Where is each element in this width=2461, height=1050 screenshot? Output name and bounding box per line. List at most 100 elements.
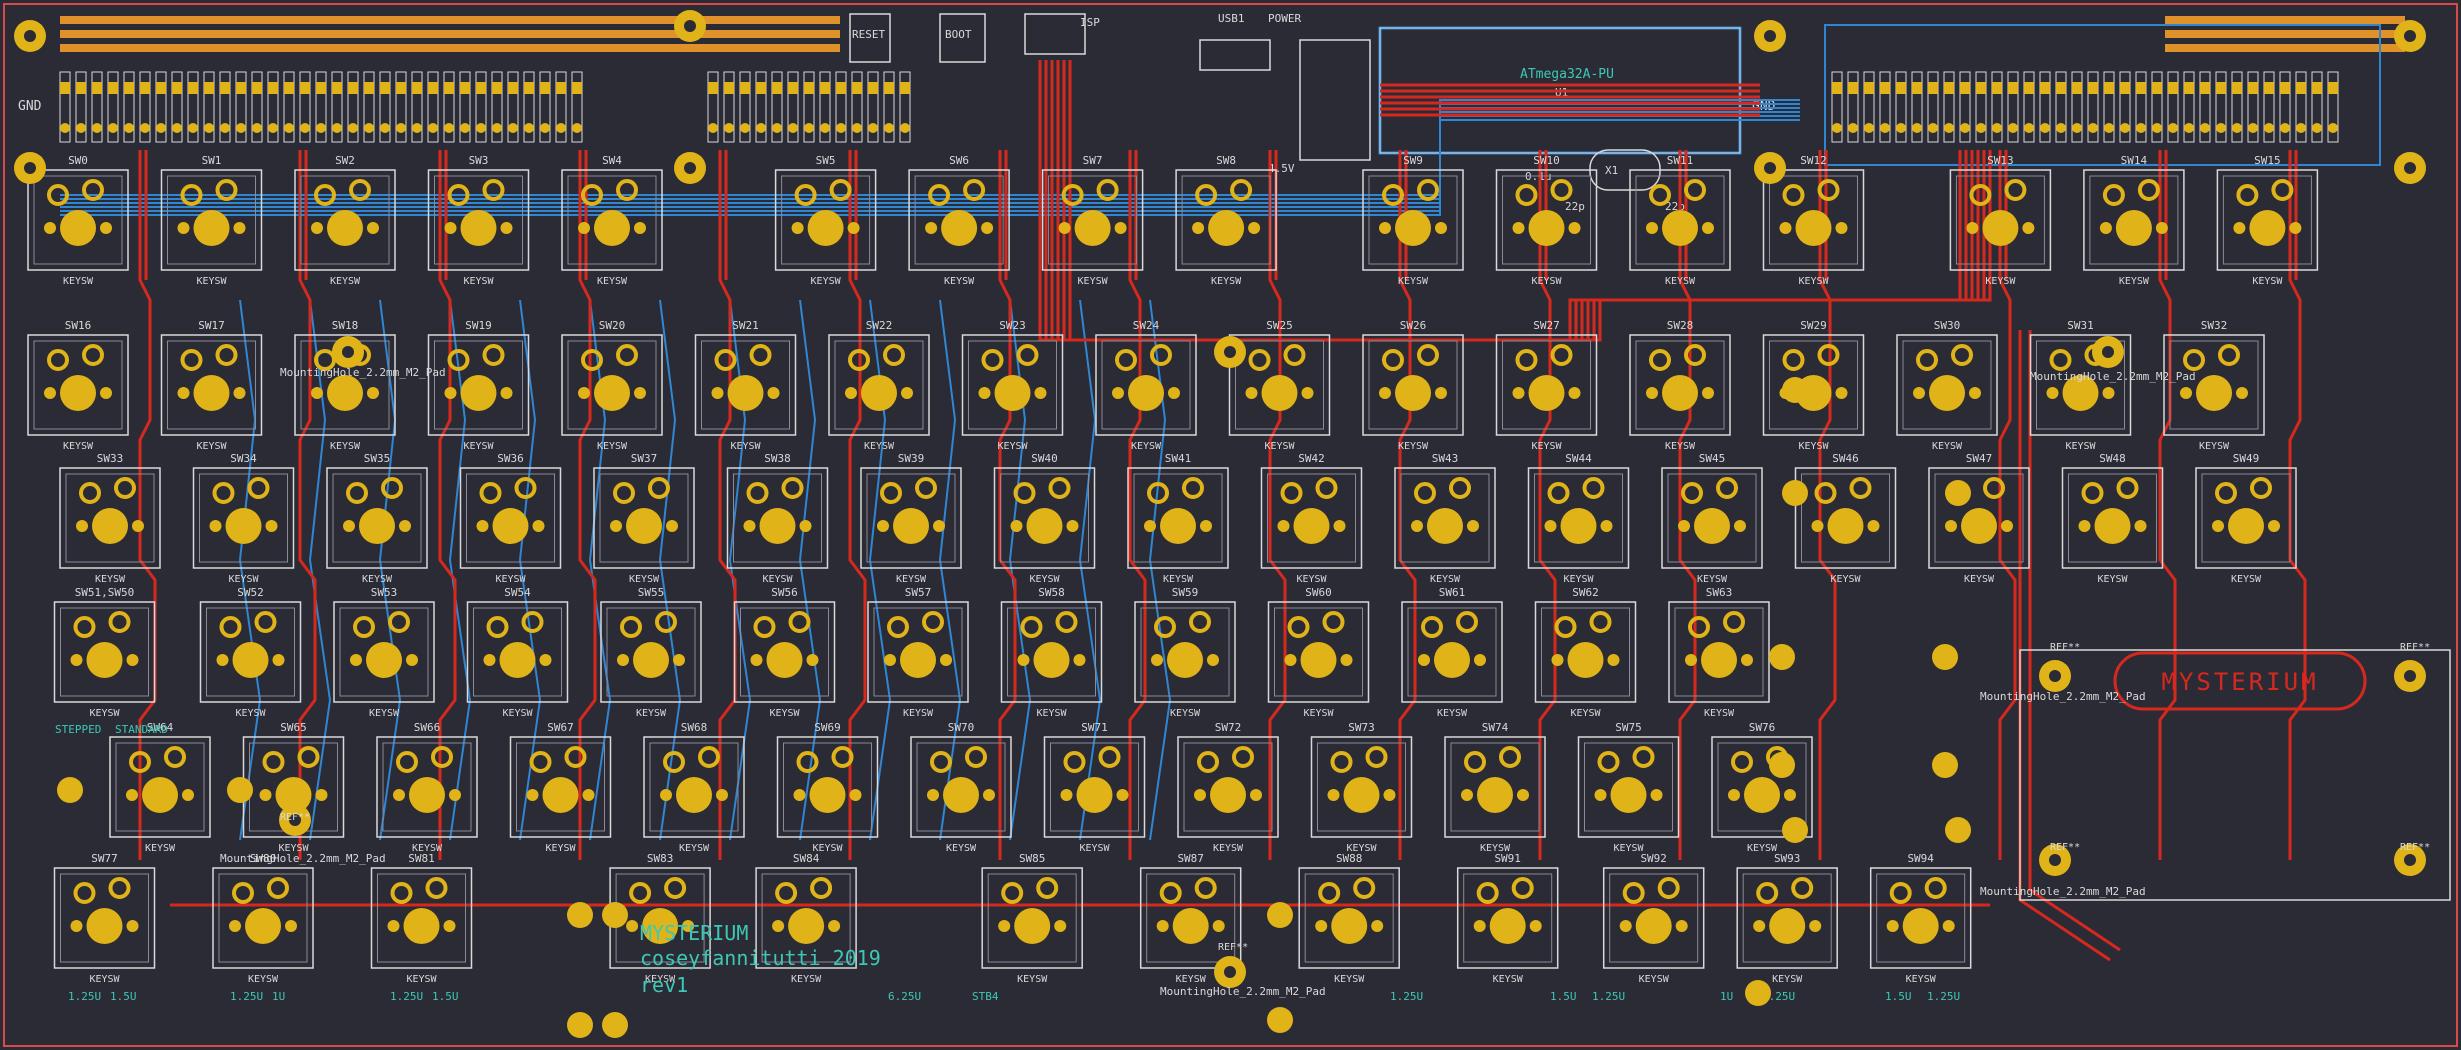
switch-ref-label: SW8 <box>1216 154 1236 167</box>
diode-pad <box>268 82 278 94</box>
diode-pad <box>2168 82 2178 94</box>
switch-ref-label: SW12 <box>1800 154 1827 167</box>
switch-center-pad <box>1128 375 1164 411</box>
switch-ref-label: SW33 <box>97 452 124 465</box>
switch-ref-label: SW70 <box>948 721 975 734</box>
switch-center-pad <box>1167 642 1203 678</box>
stabilizer-hole <box>1932 752 1958 778</box>
diode-pad <box>2328 82 2338 94</box>
switch-footprint-label: KEYSW <box>89 708 120 719</box>
switch-center-pad <box>1160 508 1196 544</box>
switch-footprint-label: KEYSW <box>63 276 94 287</box>
diode-pad <box>1896 123 1906 133</box>
switch-ref-label: SW17 <box>198 319 225 332</box>
ref-marker: REF** <box>1218 942 1248 953</box>
switch-ref-label: SW20 <box>599 319 626 332</box>
switch-ref-label: SW0 <box>68 154 88 167</box>
switch-footprint-label: KEYSW <box>362 574 393 585</box>
diode-pad <box>2008 82 2018 94</box>
switch-footprint-label: KEYSW <box>1079 843 1110 854</box>
switch-footprint-label: KEYSW <box>1531 276 1562 287</box>
stabilizer-option: 6.25U <box>888 990 921 1003</box>
cap-a-label: 22p <box>1565 200 1585 213</box>
diode-pad <box>1976 82 1986 94</box>
diode-pad <box>1912 82 1922 94</box>
switch-center-pad <box>1662 210 1698 246</box>
switch-center-pad <box>1074 210 1111 246</box>
switch-footprint-label: KEYSW <box>997 441 1028 452</box>
ref-marker: REF** <box>2050 642 2080 653</box>
switch-footprint-label: KEYSW <box>946 843 977 854</box>
diode-pad <box>92 82 102 94</box>
diode-pad <box>2264 82 2274 94</box>
diode-pad <box>2056 123 2066 133</box>
diode-pad <box>60 82 70 94</box>
switch-footprint-label: KEYSW <box>1906 974 1937 985</box>
stabilizer-hole <box>1945 480 1971 506</box>
switch-ref-label: SW85 <box>1019 852 1046 865</box>
diode-pad <box>172 82 182 94</box>
stab-label: 1.5U <box>432 990 459 1003</box>
diode-pad <box>756 82 766 94</box>
stabilizer-hole <box>567 1012 593 1038</box>
diode-pad <box>316 82 326 94</box>
switch-footprint-label: KEYSW <box>1211 276 1242 287</box>
switch-footprint-label: KEYSW <box>196 276 227 287</box>
switch-ref-label: SW37 <box>631 452 658 465</box>
switch-center-pad <box>225 508 262 544</box>
switch-center-pad <box>1427 508 1463 544</box>
switch-center-pad <box>2228 508 2264 544</box>
switch-center-pad <box>1014 908 1051 944</box>
diode-pad <box>1848 82 1858 94</box>
diode-pad <box>476 82 486 94</box>
switch-ref-label: SW84 <box>793 852 820 865</box>
switch-ref-label: SW81 <box>408 852 435 865</box>
switch-center-pad <box>542 777 579 813</box>
switch-center-pad <box>807 210 844 246</box>
switch-center-pad <box>1902 908 1939 944</box>
switch-footprint-label: KEYSW <box>1163 574 1194 585</box>
stabilizer-hole <box>602 902 628 928</box>
switch-center-pad <box>893 508 929 544</box>
diode-pad <box>1864 123 1874 133</box>
switch-center-pad <box>1300 642 1337 678</box>
diode-pad <box>2328 123 2338 133</box>
switch-center-pad <box>1929 375 1965 411</box>
gnd-label-left: GND <box>18 99 42 114</box>
diode-pad <box>2136 82 2146 94</box>
diode-pad <box>2024 123 2034 133</box>
switch-center-pad <box>1208 210 1245 246</box>
switch-ref-label: SW92 <box>1640 852 1667 865</box>
switch-center-pad <box>60 210 96 246</box>
diode-pad <box>1832 82 1842 94</box>
diode-pad <box>772 123 782 133</box>
switch-ref-label: SW10 <box>1533 154 1560 167</box>
switch-footprint-label: KEYSW <box>145 843 176 854</box>
isp-label: ISP <box>1080 16 1100 29</box>
switch-footprint-label: KEYSW <box>597 276 628 287</box>
stabilizer-hole <box>1782 817 1808 843</box>
switch-center-pad <box>86 642 123 678</box>
diode-pad <box>156 82 166 94</box>
switch-footprint-label: KEYSW <box>196 441 227 452</box>
switch-footprint-label: KEYSW <box>1570 708 1601 719</box>
switch-ref-label: SW1 <box>202 154 222 167</box>
diode-pad <box>1928 123 1938 133</box>
diode-pad <box>1912 123 1922 133</box>
diode-pad <box>380 123 390 133</box>
switch-footprint-label: KEYSW <box>896 574 927 585</box>
switch-ref-label: SW19 <box>465 319 492 332</box>
stab-label: 1.25U <box>1927 990 1960 1003</box>
switch-footprint-label: KEYSW <box>1017 974 1048 985</box>
switch-center-pad <box>1662 375 1698 411</box>
switch-footprint-label: KEYSW <box>679 843 710 854</box>
switch-ref-label: SW56 <box>771 586 798 599</box>
stabilizer-hole <box>567 902 593 928</box>
switch-ref-label: SW55 <box>638 586 665 599</box>
stabilizer-hole <box>1769 752 1795 778</box>
diode-pad <box>2040 123 2050 133</box>
switch-center-pad <box>92 508 128 544</box>
diode-pad <box>2248 123 2258 133</box>
switch-center-pad <box>1610 777 1647 813</box>
switch-ref-label: SW77 <box>91 852 118 865</box>
